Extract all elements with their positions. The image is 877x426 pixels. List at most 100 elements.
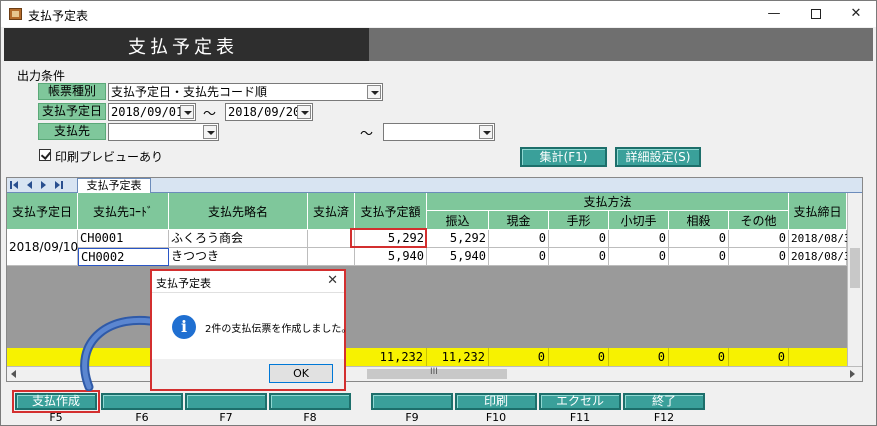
col-header-offset[interactable]: 相殺 [669, 211, 729, 230]
message-dialog: 支払予定表 ✕ i 2件の支払伝票を作成しました。 OK [150, 269, 351, 391]
fkey-label-f6: F6 [135, 411, 149, 424]
cell-transfer[interactable]: 5,940 [427, 248, 489, 266]
maximize-button[interactable] [795, 1, 837, 27]
f8-button[interactable] [269, 393, 351, 410]
chevron-down-icon[interactable] [479, 125, 493, 139]
conditions-heading: 出力条件 [17, 69, 66, 83]
col-header-method-group: 支払方法 [427, 193, 789, 211]
print-button[interactable]: 印刷 [455, 393, 537, 410]
report-type-label: 帳票種別 [38, 83, 106, 100]
vertical-scroll-thumb[interactable] [850, 248, 860, 288]
dialog-message: 2件の支払伝票を作成しました。 [205, 324, 352, 335]
window-title: 支払予定表 [28, 9, 89, 23]
exit-button[interactable]: 終了 [623, 393, 705, 410]
aggregate-button[interactable]: 集計(F1) [520, 147, 607, 167]
cell-closing[interactable]: 2018/08/31 [789, 230, 857, 248]
chevron-down-icon[interactable] [367, 85, 381, 99]
cell-cash[interactable]: 0 [489, 248, 549, 266]
col-header-closing[interactable]: 支払締日 [789, 193, 847, 230]
cell-bill[interactable]: 0 [549, 248, 609, 266]
cell-offset[interactable]: 0 [669, 230, 729, 248]
vertical-scrollbar[interactable] [847, 193, 862, 367]
tab-payment-schedule[interactable]: 支払予定表 [77, 178, 151, 193]
cell-check[interactable]: 0 [609, 248, 669, 266]
create-button-highlight-box [12, 390, 100, 413]
cell-cash[interactable]: 0 [489, 230, 549, 248]
nav-first-icon[interactable] [13, 181, 18, 189]
dialog-close-button[interactable]: ✕ [327, 273, 338, 288]
cell-closing[interactable]: 2018/08/31 [789, 248, 857, 266]
f6-button[interactable] [101, 393, 183, 410]
close-button[interactable]: ✕ [835, 1, 877, 27]
cell-amount[interactable]: 5,940 [355, 248, 427, 266]
detail-settings-button[interactable]: 詳細設定(S) [615, 147, 701, 167]
col-header-amount[interactable]: 支払予定額 [355, 193, 427, 230]
excel-button[interactable]: エクセル [539, 393, 621, 410]
preview-checkbox[interactable] [39, 149, 51, 161]
cell-group-date[interactable]: 2018/09/10 [7, 230, 78, 266]
nav-last-bar [61, 181, 63, 189]
total-offset: 0 [669, 348, 729, 366]
cell-code-selected[interactable]: CH0002 [78, 248, 169, 266]
chevron-down-icon[interactable] [203, 125, 217, 139]
minimize-button[interactable]: — [753, 1, 795, 27]
col-header-name[interactable]: 支払先略名 [169, 193, 308, 230]
payee-to-select[interactable] [383, 123, 495, 141]
cell-other[interactable]: 0 [729, 248, 789, 266]
fkey-label-f10: F10 [485, 411, 507, 424]
date-label: 支払予定日 [38, 103, 106, 120]
col-header-bill[interactable]: 手形 [549, 211, 609, 230]
cell-name[interactable]: ふくろう商会 [169, 230, 308, 248]
scroll-left-icon[interactable] [11, 370, 16, 378]
total-transfer: 11,232 [427, 348, 489, 366]
date-from-value: 2018/09/01 [111, 105, 184, 119]
app-icon [9, 8, 22, 20]
chevron-down-icon[interactable] [297, 105, 311, 119]
page-title: 支払予定表 [128, 37, 238, 58]
scroll-grip: III [430, 367, 438, 377]
cell-code[interactable]: CH0001 [78, 230, 169, 248]
col-header-paid[interactable]: 支払済 [308, 193, 355, 230]
cell-name[interactable]: きつつき [169, 248, 308, 266]
cell-paid[interactable] [308, 248, 355, 266]
nav-prev-icon[interactable] [27, 181, 32, 189]
f9-button[interactable] [371, 393, 453, 410]
date-from-select[interactable]: 2018/09/01 [108, 103, 196, 121]
col-header-code[interactable]: 支払先ｺｰﾄﾞ [78, 193, 169, 230]
nav-last-icon[interactable] [55, 181, 60, 189]
cell-offset[interactable]: 0 [669, 248, 729, 266]
report-type-value: 支払予定日・支払先コード順 [111, 85, 268, 99]
fkey-label-f12: F12 [653, 411, 675, 424]
cell-transfer[interactable]: 5,292 [427, 230, 489, 248]
fkey-label-f9: F9 [405, 411, 419, 424]
amount-highlight-box [350, 228, 427, 248]
cell-paid[interactable] [308, 230, 355, 248]
cell-other[interactable]: 0 [729, 230, 789, 248]
nav-next-icon[interactable] [41, 181, 46, 189]
col-header-cash[interactable]: 現金 [489, 211, 549, 230]
fkey-label-f11: F11 [569, 411, 591, 424]
col-header-other[interactable]: その他 [729, 211, 789, 230]
total-amount: 11,232 [355, 348, 427, 366]
date-range-tilde: 〜 [203, 107, 217, 122]
f7-button[interactable] [185, 393, 267, 410]
scroll-right-icon[interactable] [850, 370, 855, 378]
cell-check[interactable]: 0 [609, 230, 669, 248]
dialog-title-bar: 支払予定表 ✕ [152, 271, 344, 293]
ok-button[interactable]: OK [269, 364, 333, 383]
cell-bill[interactable]: 0 [549, 230, 609, 248]
col-header-date[interactable]: 支払予定日 [7, 193, 78, 230]
col-header-transfer[interactable]: 振込 [427, 211, 489, 230]
date-to-select[interactable]: 2018/09/20 [225, 103, 313, 121]
payee-range-tilde: 〜 [360, 127, 374, 142]
col-header-check[interactable]: 小切手 [609, 211, 669, 230]
fkey-label-f8: F8 [303, 411, 317, 424]
report-type-select[interactable]: 支払予定日・支払先コード順 [108, 83, 383, 101]
payee-from-select[interactable] [108, 123, 219, 141]
total-other: 0 [729, 348, 789, 366]
total-check: 0 [609, 348, 669, 366]
dialog-footer: OK [152, 359, 344, 389]
total-cash: 0 [489, 348, 549, 366]
chevron-down-icon[interactable] [180, 105, 194, 119]
fkey-label-f7: F7 [219, 411, 233, 424]
